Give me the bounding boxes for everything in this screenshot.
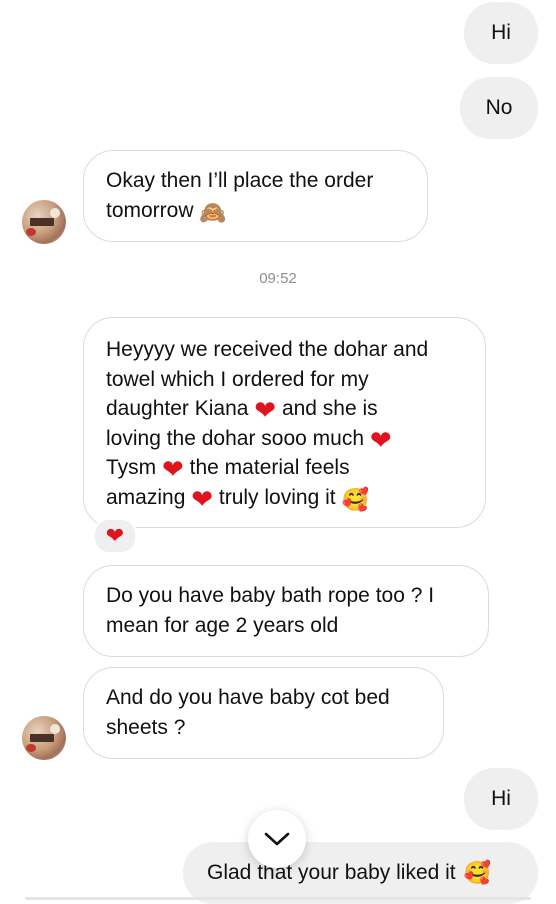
- outgoing-message-hi[interactable]: Hi: [464, 768, 538, 830]
- message-reaction[interactable]: ❤: [93, 518, 137, 554]
- message-text: Hi: [491, 21, 511, 45]
- message-text: No: [485, 96, 513, 120]
- smiling-face-with-hearts-emoji: 🥰: [463, 860, 492, 885]
- message-text: Glad that your baby liked it: [207, 861, 456, 885]
- message-text: amazing: [106, 485, 186, 509]
- message-text: mean for age 2 years old: [106, 613, 339, 637]
- smiling-face-with-hearts-emoji: 🥰: [341, 486, 369, 512]
- message-text: sheets ?: [106, 715, 186, 739]
- incoming-message[interactable]: Heyyyy we received the dohar and towel w…: [83, 317, 486, 528]
- message-timestamp: 09:52: [259, 270, 297, 287]
- message-text: loving the dohar sooo much: [106, 426, 364, 450]
- message-text: truly loving it: [218, 485, 336, 509]
- contact-avatar[interactable]: [22, 716, 66, 760]
- incoming-message[interactable]: And do you have baby cot bed sheets ?: [83, 667, 444, 759]
- message-text: daughter Kiana: [106, 397, 249, 420]
- red-heart-emoji: ❤: [369, 424, 392, 455]
- contact-avatar[interactable]: [22, 200, 66, 244]
- outgoing-message[interactable]: Glad that your baby liked it 🥰: [183, 842, 538, 904]
- message-text: the material feels: [189, 456, 350, 479]
- red-heart-emoji: ❤: [162, 454, 184, 484]
- message-text: towel which I ordered for my: [106, 367, 369, 391]
- message-text: tomorrow: [106, 198, 194, 222]
- message-text: And do you have baby cot bed: [106, 686, 390, 709]
- red-heart-emoji: ❤: [191, 483, 214, 514]
- message-text: Do you have baby bath rope too ? I: [106, 584, 435, 607]
- see-no-evil-monkey-emoji: 🙈: [199, 199, 227, 225]
- message-text: and she is: [281, 397, 378, 420]
- outgoing-message-no[interactable]: No: [460, 77, 538, 139]
- outgoing-message-hi[interactable]: Hi: [464, 2, 538, 64]
- message-text: Okay then I’ll place the order: [106, 169, 374, 192]
- red-heart-emoji: ❤: [254, 395, 277, 425]
- incoming-message[interactable]: Do you have baby bath rope too ? I mean …: [83, 565, 489, 657]
- message-text: Heyyyy we received the dohar and: [106, 338, 429, 361]
- red-heart-icon: ❤: [105, 523, 125, 548]
- incoming-message[interactable]: Okay then I’ll place the order tomorrow …: [83, 150, 428, 242]
- scroll-to-latest-button[interactable]: [248, 810, 306, 868]
- chevron-down-icon: [264, 832, 290, 846]
- message-text: Hi: [491, 787, 511, 811]
- message-text: Tysm: [106, 456, 157, 479]
